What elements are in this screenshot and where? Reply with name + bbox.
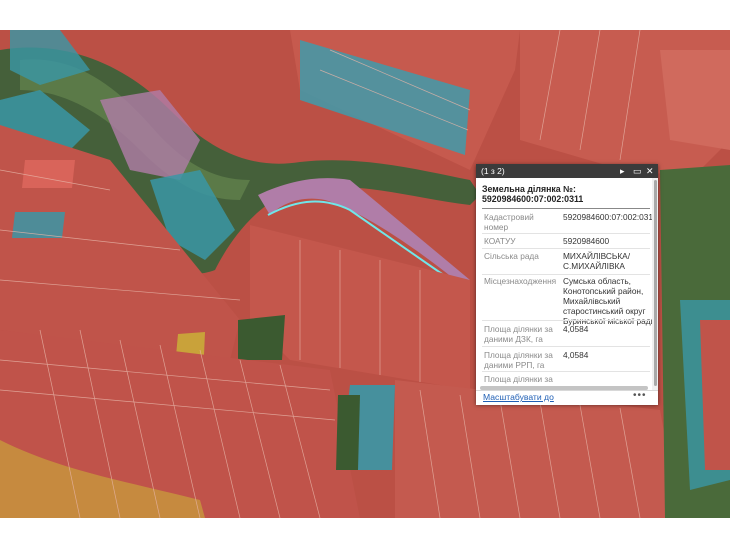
field-value: 5920984600 (563, 236, 610, 246)
row-divider (482, 371, 650, 372)
field-label: Площа ділянки за даними (484, 374, 553, 386)
field-red-right (700, 320, 730, 470)
field-label: Сільська рада (484, 251, 539, 261)
row-divider (482, 320, 650, 321)
field-top-right-light (660, 50, 730, 150)
maximize-icon[interactable]: ▭ (633, 165, 642, 177)
popup-footer: Масштабувати до ••• (476, 390, 658, 405)
popup-header: (1 з 2) ▸ ▭ ✕ (476, 164, 658, 178)
field-label: Площа ділянки за даними РРП, га (484, 350, 553, 370)
field-label: Площа ділянки за даними ДЗК, га (484, 324, 553, 344)
field-value: 4,0584 (563, 350, 589, 360)
forest-patch (238, 315, 285, 360)
row-divider (482, 346, 650, 347)
field-label: Місцезнаходження (484, 276, 557, 286)
field-value: Сумська область, Конотопський район, Мих… (563, 276, 652, 326)
field-value: МИХАЙЛІВСЬКА/ С.МИХАЙЛІВКА (563, 251, 631, 271)
close-icon[interactable]: ✕ (646, 165, 654, 177)
field-label: Кадастровий номер (484, 212, 534, 232)
zoom-to-link[interactable]: Масштабувати до (483, 392, 554, 402)
popup-counter: (1 з 2) (481, 166, 505, 176)
field-left-small (22, 160, 75, 188)
vertical-scroll-thumb[interactable] (654, 180, 657, 386)
row-divider (482, 248, 650, 249)
row-divider (482, 233, 650, 234)
title-divider (482, 208, 650, 209)
feature-popup: (1 з 2) ▸ ▭ ✕ Земельна ділянка №: 592098… (476, 164, 658, 405)
popup-title: Земельна ділянка №: 5920984600:07:002:03… (482, 184, 584, 204)
more-options-icon[interactable]: ••• (633, 390, 647, 401)
row-divider (482, 274, 650, 275)
popup-body[interactable]: Кадастровий номер 5920984600:07:002:0311… (476, 210, 652, 386)
field-value: 4,0584 (563, 324, 589, 334)
field-green-strip (336, 395, 360, 470)
field-label: КОАТУУ (484, 236, 516, 246)
next-feature-icon[interactable]: ▸ (620, 165, 625, 177)
field-value: 5920984600:07:002:0311 (563, 212, 652, 222)
